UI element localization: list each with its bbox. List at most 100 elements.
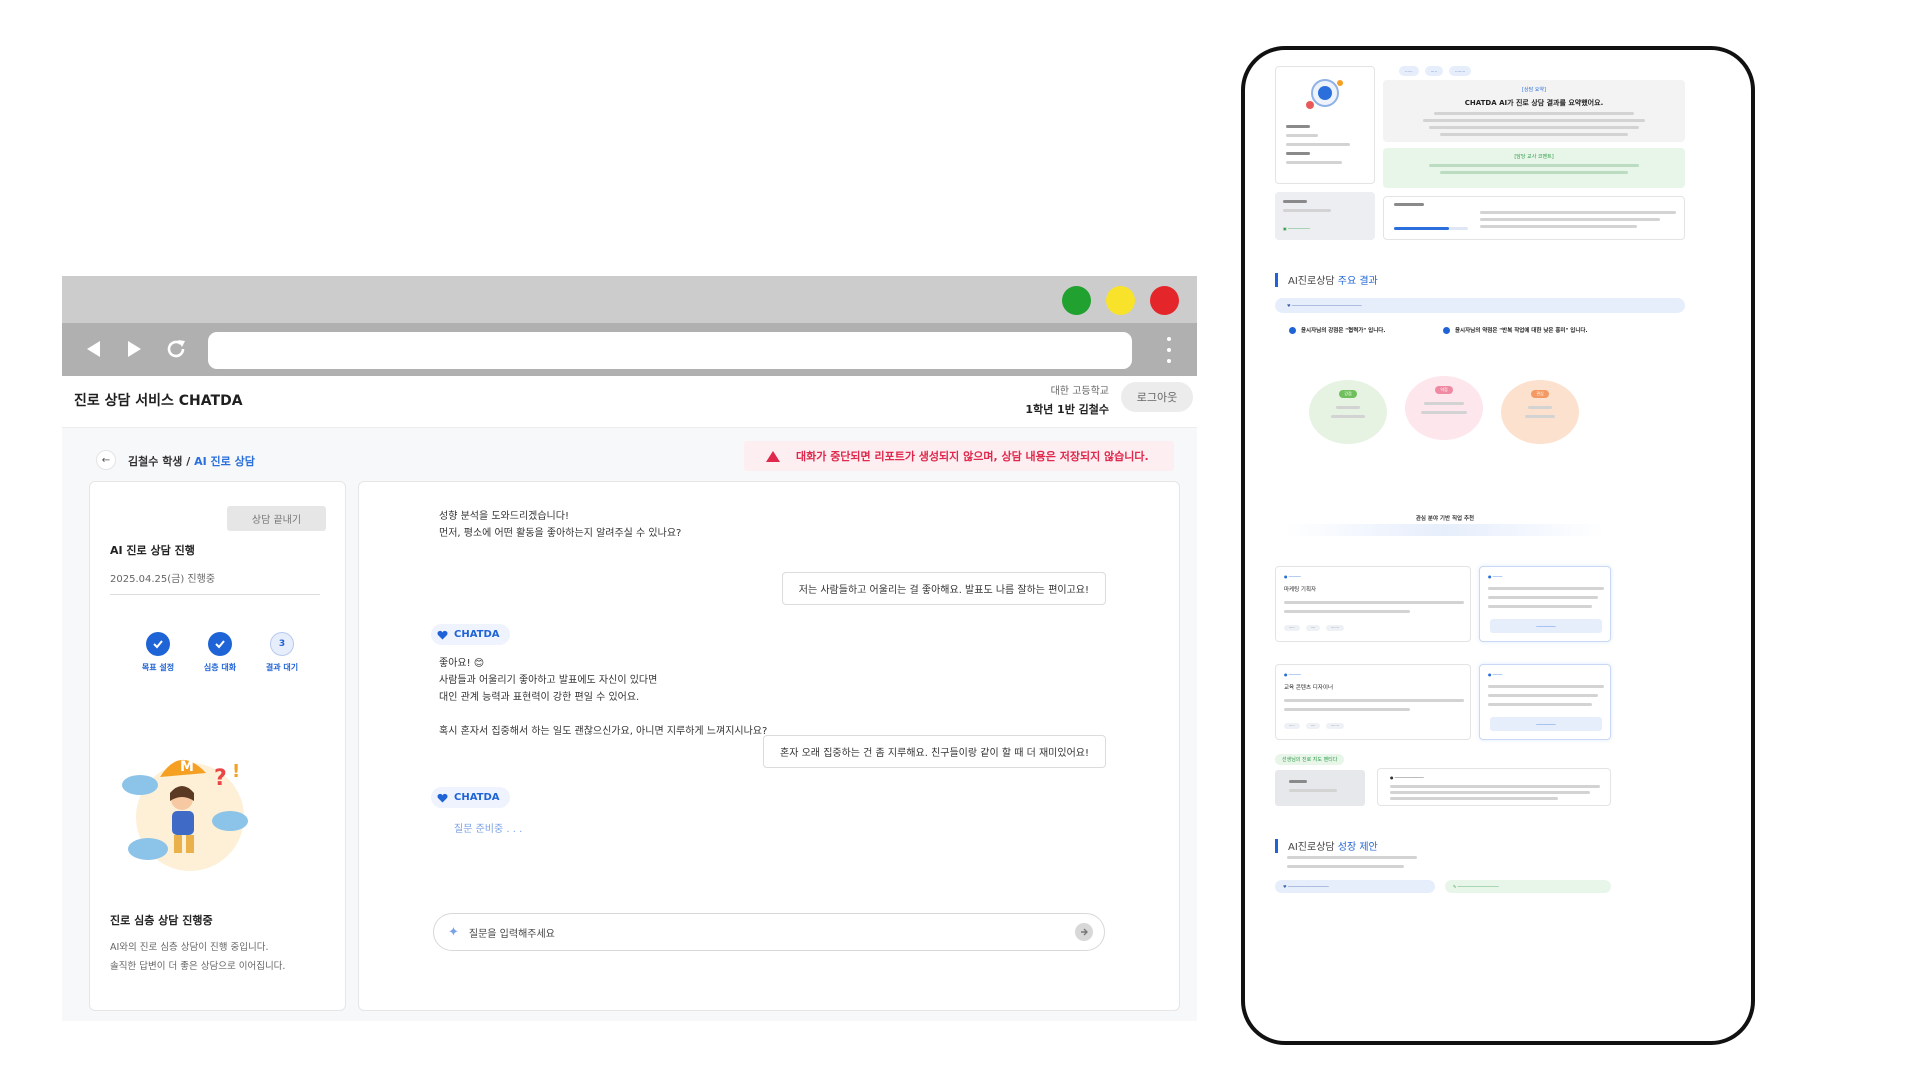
growth-card-1: ● ──── ──────── bbox=[1479, 566, 1611, 642]
input-placeholder: 질문을 입력해주세요 bbox=[468, 928, 555, 940]
check-icon bbox=[208, 632, 232, 656]
job-rec-title: 관심 분야 기반 직업 추천 bbox=[1415, 516, 1475, 522]
section-highlight: 주요 결과 bbox=[1337, 276, 1378, 287]
close-button[interactable] bbox=[1150, 286, 1179, 315]
maximize-button[interactable] bbox=[1062, 286, 1091, 315]
summary-box: [상담 요약] CHATDA AI가 진로 상담 결과를 요약했어요. bbox=[1383, 80, 1685, 142]
student-name: 1학년 1반 김철수 bbox=[1025, 403, 1109, 416]
mentor-chip: 선생님의 진로 지도 멘티다 bbox=[1275, 754, 1345, 765]
job-title: 교육 콘텐츠 디자이너 bbox=[1284, 685, 1334, 691]
astronaut-icon bbox=[1306, 79, 1343, 109]
bubble-chip: 약점 bbox=[1435, 386, 1453, 394]
arrow-right-icon bbox=[1081, 928, 1088, 936]
profile-card bbox=[1275, 66, 1375, 184]
caption-line: 솔직한 답변이 더 좋은 상담으로 이어집니다. bbox=[110, 961, 286, 972]
sparkle-icon: ✦ bbox=[448, 924, 459, 940]
section-title: AI진로상담 bbox=[1288, 842, 1338, 853]
teacher-comment: [담당 교사 코멘트] bbox=[1383, 148, 1685, 188]
step-goal: 목표 설정 bbox=[130, 632, 186, 673]
bot-message: 좋아요! 😊 사람들과 어울리기 좋아하고 발표에도 자신이 있다면 대인 관계… bbox=[439, 658, 768, 737]
caption-text: AI와의 진로 심층 상담이 진행 중입니다. 솔직한 답변이 더 좋은 상담으… bbox=[110, 938, 330, 976]
teacher-growth-pill: ✎ ───────────────── bbox=[1445, 880, 1611, 893]
svg-text:!: ! bbox=[232, 761, 240, 782]
warning-banner: 대화가 중단되면 리포트가 생성되지 않으며, 상담 내용은 저장되지 않습니다… bbox=[744, 441, 1174, 471]
phone-report-preview: ······ ····· ········ [상담 요약] CHATDA AI가… bbox=[1241, 46, 1755, 1045]
question-input[interactable]: ✦ 질문을 입력해주세요 bbox=[433, 913, 1105, 951]
chip: ······ bbox=[1399, 66, 1419, 76]
back-arrow-icon[interactable] bbox=[80, 335, 108, 363]
chatda-growth-pill: ♥ ───────────────── bbox=[1275, 880, 1435, 893]
step-deep-talk: 심층 대화 bbox=[192, 632, 248, 673]
growth-button[interactable]: ──────── bbox=[1490, 619, 1602, 633]
typing-indicator: 질문 준비중 . . . bbox=[454, 824, 523, 835]
chat-panel: 성향 분석을 도와드리겠습니다! 먼저, 평소에 어떤 활동을 좋아하는지 알려… bbox=[358, 481, 1180, 1011]
breadcrumb-student[interactable]: 김철수 학생 / bbox=[128, 455, 194, 468]
section-highlight: 성장 제안 bbox=[1337, 842, 1378, 853]
chip: ········ bbox=[1449, 66, 1472, 76]
interest-progress bbox=[1394, 227, 1468, 230]
step-label: 목표 설정 bbox=[141, 663, 175, 672]
check-icon bbox=[1289, 326, 1296, 334]
warning-icon bbox=[766, 450, 780, 462]
teacher-link[interactable]: ▣ ───────── bbox=[1283, 226, 1310, 231]
step-label: 심층 대화 bbox=[203, 663, 237, 672]
results-banner: ♥ ───────────────────────────── bbox=[1275, 298, 1685, 313]
step-label: 결과 대기 bbox=[265, 663, 299, 672]
mentor-comment-card: ● ──────────── bbox=[1377, 768, 1611, 806]
teacher-card: ▣ ───────── bbox=[1275, 192, 1375, 240]
profile-info bbox=[1286, 125, 1366, 170]
chatda-tag: CHATDA bbox=[431, 787, 510, 808]
job-title: 마케팅 기획자 bbox=[1284, 587, 1317, 593]
strength-text: 윤시자님의 강점은 "협력가" 입니다. bbox=[1301, 328, 1386, 334]
end-session-button[interactable]: 상담 끝내기 bbox=[227, 506, 326, 531]
user-info: 대한 고등학교 1학년 1반 김철수 bbox=[1025, 382, 1109, 417]
job-card-2: ● ───── 교육 콘텐츠 디자이너 ····· ···· ······· bbox=[1275, 664, 1471, 740]
growth-card-2: ● ──── ──────── bbox=[1479, 664, 1611, 740]
chip: ····· bbox=[1424, 66, 1443, 76]
session-title: AI 진로 상담 진행 bbox=[110, 544, 195, 557]
send-button[interactable] bbox=[1075, 923, 1093, 941]
session-date: 2025.04.25(금) 진행중 bbox=[110, 574, 216, 585]
progress-steps: 목표 설정 심층 대화 3 결과 대기 bbox=[130, 632, 310, 673]
app-header: 진로 상담 서비스 CHATDA 대한 고등학교 1학년 1반 김철수 로그아웃 bbox=[62, 376, 1197, 428]
app-title: 진로 상담 서비스 CHATDA bbox=[74, 393, 243, 409]
breadcrumb: 김철수 학생 / AI 진로 상담 bbox=[128, 453, 255, 469]
kebab-menu-icon[interactable] bbox=[1163, 337, 1175, 363]
weakness-row: 윤시자님의 약점은 "반복 작업에 대한 낮은 흥미" 입니다. bbox=[1443, 326, 1588, 334]
chatda-tag: CHATDA bbox=[431, 624, 510, 645]
interest-bubble: 관심 bbox=[1501, 380, 1579, 444]
forward-arrow-icon[interactable] bbox=[120, 335, 148, 363]
summary-title: CHATDA AI가 진로 상담 결과를 요약했어요. bbox=[1464, 99, 1604, 107]
section-growth: AI진로상담 성장 제안 bbox=[1275, 838, 1378, 853]
bubble-chip: 관심 bbox=[1531, 390, 1549, 398]
growth-button[interactable]: ──────── bbox=[1490, 717, 1602, 731]
browser-toolbar bbox=[62, 323, 1197, 376]
step-result: 3 결과 대기 bbox=[254, 632, 310, 673]
weakness-text: 윤시자님의 약점은 "반복 작업에 대한 낮은 흥미" 입니다. bbox=[1455, 328, 1588, 334]
section-main-results: AI진로상담 주요 결과 bbox=[1275, 272, 1378, 287]
mentor-teacher-card bbox=[1275, 770, 1365, 806]
divider bbox=[110, 594, 320, 595]
job-card-1: ● ───── 마케팅 기획자 ····· ···· ······· bbox=[1275, 566, 1471, 642]
svg-text:?: ? bbox=[214, 766, 227, 791]
url-bar[interactable] bbox=[208, 332, 1132, 369]
minimize-button[interactable] bbox=[1106, 286, 1135, 315]
reload-icon[interactable] bbox=[162, 335, 190, 363]
weakness-bubble: 약점 bbox=[1405, 376, 1483, 440]
check-icon bbox=[1443, 326, 1450, 334]
strength-bubble: 강점 bbox=[1309, 380, 1387, 444]
caption-line: AI와의 진로 심층 상담이 진행 중입니다. bbox=[110, 942, 269, 953]
back-icon[interactable]: ← bbox=[96, 450, 116, 470]
report-chips: ······ ····· ········ bbox=[1399, 66, 1472, 76]
section-title: AI진로상담 bbox=[1288, 276, 1338, 287]
mascot-illustration: M ? ! bbox=[122, 759, 248, 871]
caption-title: 진로 심층 상담 진행중 bbox=[110, 914, 213, 927]
svg-text:M: M bbox=[180, 759, 194, 775]
school-name: 대한 고등학교 bbox=[1050, 386, 1109, 397]
warning-text: 대화가 중단되면 리포트가 생성되지 않으며, 상담 내용은 저장되지 않습니다… bbox=[796, 450, 1149, 463]
breadcrumb-current: AI 진로 상담 bbox=[194, 455, 255, 468]
heart-icon bbox=[437, 630, 448, 639]
logout-button[interactable]: 로그아웃 bbox=[1121, 382, 1193, 412]
bubble-chip: 강점 bbox=[1339, 390, 1357, 398]
summary-head: [상담 요약] bbox=[1522, 87, 1546, 93]
